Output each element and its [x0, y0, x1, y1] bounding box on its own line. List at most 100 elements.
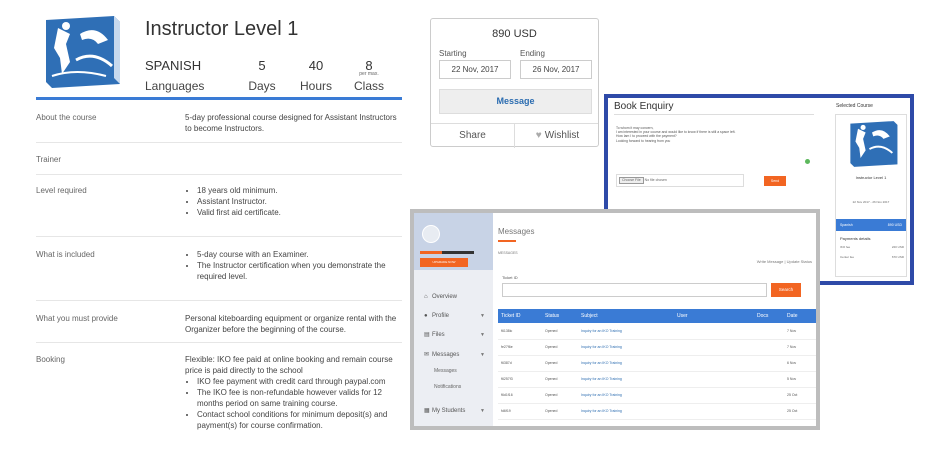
- start-date-field[interactable]: 22 Nov, 2017: [439, 60, 511, 79]
- ticket-id: f6d1f16: [498, 387, 542, 404]
- sidebar-item-files[interactable]: ▤ Files ▼: [414, 326, 493, 345]
- home-icon: ⌂: [424, 294, 428, 300]
- row-label: What you must provide: [36, 314, 118, 323]
- divider: [36, 300, 402, 301]
- ticket-subject[interactable]: Inquiry for an IKO Training: [578, 355, 674, 372]
- row-value: 5-day professional course designed for A…: [185, 113, 397, 133]
- end-date-field[interactable]: 26 Nov, 2017: [520, 60, 592, 79]
- heart-icon: ♥: [535, 130, 542, 141]
- user-icon: ●: [424, 313, 428, 319]
- share-button[interactable]: Share: [431, 124, 515, 148]
- enquiry-message-textarea[interactable]: To whom it may concern, I am interested …: [616, 126, 812, 168]
- payment-label: Center fee: [840, 255, 855, 259]
- course-header: Instructor Level 1 SPANISH Languages 5 D…: [36, 12, 402, 102]
- header-divider: [36, 97, 402, 100]
- ticket-status: Opened: [542, 355, 578, 372]
- sidebar-item-label: Profile: [432, 313, 450, 319]
- sidebar-item-my-students[interactable]: ▦ My Students ▼: [414, 402, 493, 421]
- ticket-subject[interactable]: Inquiry for an IKO Training: [578, 403, 674, 420]
- booking-intro: Flexible: IKO fee paid at online booking…: [185, 355, 393, 375]
- ticket-status: Opened: [542, 323, 578, 340]
- chevron-down-icon: ▼: [480, 408, 485, 414]
- ticket-search-input[interactable]: [502, 283, 767, 297]
- kitesurf-logo: [850, 121, 898, 167]
- search-label: Ticket ID: [502, 275, 518, 280]
- price-card: 890 USD Starting Ending 22 Nov, 2017 26 …: [430, 18, 599, 148]
- payment-value: 220 USD: [891, 245, 904, 249]
- sidebar-subitem-notifications[interactable]: Notifications: [434, 384, 461, 390]
- included-list: 5-day course with an Examiner. The Instr…: [185, 249, 405, 282]
- divider: [36, 342, 402, 343]
- chevron-down-icon: ▼: [480, 332, 485, 338]
- stat-value: 40: [308, 58, 324, 73]
- row-label: What is included: [36, 250, 95, 259]
- ticket-status: Opened: [542, 339, 578, 356]
- table-row[interactable]: f6138ic Opened Inquiry for an IKO Training…: [498, 323, 816, 340]
- enquiry-title: Book Enquiry: [614, 101, 674, 112]
- progress-fill: [420, 251, 442, 254]
- status-dot: [805, 159, 810, 164]
- table-row[interactable]: f6d1f16 Opened Inquiry for an IKO Training…: [498, 387, 816, 404]
- ticket-date: 6 Nov: [784, 355, 816, 372]
- stat-label: Languages: [145, 79, 205, 93]
- sidebar-item-label: Files: [432, 332, 445, 338]
- sidebar-item-messages[interactable]: ✉ Messages ▼: [414, 346, 493, 365]
- send-button[interactable]: Send: [764, 176, 786, 186]
- course-price: 890 USD: [492, 28, 537, 40]
- sidebar-subitem-messages[interactable]: Messages: [434, 368, 457, 374]
- ticket-subject[interactable]: Inquiry for an IKO Training: [578, 323, 674, 340]
- upgrade-button[interactable]: UPGRADE NOW: [420, 258, 468, 267]
- selected-language: Spanish: [840, 223, 853, 227]
- stat-value: 5: [258, 58, 266, 73]
- message-button[interactable]: Message: [439, 89, 592, 114]
- course-title: Instructor Level 1: [145, 18, 299, 40]
- avatar[interactable]: [422, 225, 440, 243]
- stat-label: Hours: [299, 79, 332, 93]
- stat-hours: 40 Hours: [298, 58, 334, 93]
- file-icon: ▤: [424, 332, 430, 338]
- row-label: Booking: [36, 355, 65, 364]
- search-button[interactable]: Search: [771, 283, 801, 297]
- list-item: Contact school conditions for minimum de…: [197, 409, 405, 431]
- table-header: Ticket ID Status Subject User Docs Date: [498, 309, 816, 323]
- column-header[interactable]: Status: [542, 309, 578, 323]
- ticket-id: fd6f19: [498, 403, 542, 420]
- column-header[interactable]: Ticket ID: [498, 309, 542, 323]
- ending-label: Ending: [520, 49, 545, 58]
- ticket-date: 25 Oct: [784, 387, 816, 404]
- ticket-subject[interactable]: Inquiry for an IKO Training: [578, 371, 674, 388]
- selected-course-dates: 22 Nov 2017 - 26 Nov 2017: [852, 200, 890, 204]
- chevron-down-icon: ▼: [480, 313, 485, 319]
- table-row[interactable]: fd6f19 Opened Inquiry for an IKO Training 2…: [498, 403, 816, 420]
- ticket-subject[interactable]: Inquiry for an IKO Training: [578, 339, 674, 356]
- column-header[interactable]: Subject: [578, 309, 674, 323]
- level-list: 18 years old minimum. Assistant Instruct…: [185, 185, 405, 218]
- ticket-date: 25 Oct: [784, 403, 816, 420]
- table-row[interactable]: fe27f6e Opened Inquiry for an IKO Training…: [498, 339, 816, 356]
- wishlist-button[interactable]: ♥ Wishlist: [516, 124, 599, 148]
- payment-row: IKO fee 220 USD: [840, 245, 904, 249]
- column-header[interactable]: Date: [784, 309, 816, 323]
- file-input[interactable]: Choose File No file chosen: [616, 174, 744, 187]
- ticket-date: 5 Nov: [784, 371, 816, 388]
- ticket-status: Opened: [542, 403, 578, 420]
- table-row[interactable]: f6257f3 Opened Inquiry for an IKO Training…: [498, 371, 816, 388]
- selected-course-heading: Selected Course: [836, 103, 873, 109]
- choose-file-button[interactable]: Choose File: [619, 177, 644, 184]
- list-item: The Instructor certification when you de…: [197, 260, 405, 282]
- mail-icon: ✉: [424, 352, 430, 358]
- list-item: IKO fee payment with credit card through…: [197, 376, 405, 387]
- messages-title: Messages: [498, 227, 535, 236]
- row-label: Level required: [36, 186, 87, 195]
- kitesurf-logo: [46, 16, 120, 88]
- sidebar-item-overview[interactable]: ⌂ Overview: [414, 288, 493, 307]
- stat-languages: SPANISH Languages: [145, 58, 204, 93]
- table-row[interactable]: f6387d Opened Inquiry for an IKO Training 6…: [498, 355, 816, 372]
- column-header[interactable]: Docs: [754, 309, 784, 323]
- divider: [614, 114, 814, 115]
- ticket-subject[interactable]: Inquiry for an IKO Training: [578, 387, 674, 404]
- message-actions[interactable]: Write Message | Update Status: [757, 259, 812, 264]
- sidebar-item-profile[interactable]: ● Profile ▼: [414, 307, 493, 326]
- row-value: Personal kiteboarding equipment or organ…: [185, 314, 397, 334]
- column-header[interactable]: User: [674, 309, 754, 323]
